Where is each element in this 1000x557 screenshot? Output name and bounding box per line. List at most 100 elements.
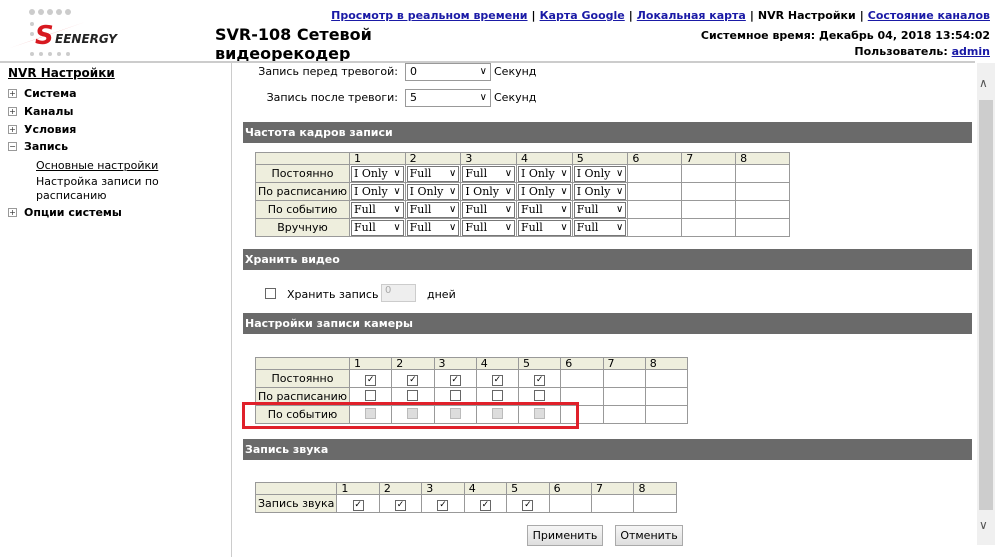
- record-checkbox[interactable]: ✓: [491, 374, 503, 386]
- framerate-select[interactable]: Full ∨: [573, 201, 627, 218]
- record-checkbox[interactable]: ✓: [437, 499, 449, 511]
- channel-header: 7: [602, 357, 646, 370]
- framerate-select[interactable]: I Only ∨: [406, 183, 460, 200]
- sidebar-item-system-options[interactable]: + Опции системы: [8, 206, 122, 219]
- table-row: Постоянно I Only ∨ Full ∨ Full ∨ I Only ∨ I Only ∨: [255, 164, 790, 183]
- sidebar-divider: [231, 63, 232, 557]
- channel-header: 1: [348, 357, 393, 370]
- keep-record-checkbox[interactable]: [265, 288, 276, 299]
- postalarm-label: Запись после тревоги:: [266, 91, 398, 104]
- chevron-down-icon: ∨: [560, 185, 568, 197]
- framerate-select[interactable]: Full ∨: [406, 165, 460, 182]
- framerate-select[interactable]: I Only ∨: [518, 165, 571, 182]
- channel-header: 5: [517, 357, 562, 370]
- channel-header: 3: [421, 482, 465, 495]
- postalarm-unit: Секунд: [494, 91, 537, 104]
- scroll-down-icon[interactable]: ∨: [979, 518, 988, 532]
- user-info: Пользователь: admin: [854, 45, 990, 58]
- channel-header-row: 12345678: [255, 357, 689, 370]
- record-checkbox[interactable]: [449, 389, 461, 401]
- sidebar-item-record[interactable]: − Запись: [8, 140, 68, 153]
- record-checkbox[interactable]: ✓: [479, 499, 491, 511]
- sidebar-item-channels[interactable]: + Каналы: [8, 105, 73, 118]
- device-title: SVR-108 Сетевой видеорекодер: [215, 25, 372, 63]
- channel-header: 2: [391, 357, 435, 370]
- framerate-select[interactable]: Full ∨: [351, 219, 404, 236]
- chevron-down-icon: ∨: [616, 167, 624, 179]
- scroll-up-icon[interactable]: ∧: [979, 76, 988, 90]
- row-label: Постоянно: [255, 369, 350, 388]
- framerate-select[interactable]: Full ∨: [573, 219, 627, 236]
- framerate-select[interactable]: Full ∨: [406, 201, 460, 218]
- record-checkbox[interactable]: ✓: [407, 374, 419, 386]
- svg-text:S: S: [35, 21, 54, 51]
- sidebar-subitem-schedule[interactable]: Настройка записи по расписанию: [36, 175, 166, 203]
- record-checkbox[interactable]: [365, 389, 377, 401]
- framerate-select[interactable]: Full ∨: [462, 201, 516, 218]
- record-checkbox[interactable]: [491, 389, 503, 401]
- table-row: По расписанию I Only ∨ I Only ∨ I Only ∨ I Only…: [255, 182, 790, 201]
- nav-channel-status[interactable]: Состояние каналов: [868, 9, 990, 22]
- channel-header-row: 12345678: [255, 152, 790, 165]
- keep-days-input[interactable]: 0: [381, 284, 416, 302]
- row-label: По расписанию: [255, 182, 350, 201]
- framerate-select[interactable]: Full ∨: [462, 165, 516, 182]
- expand-icon: +: [8, 89, 17, 98]
- row-label: По событию: [255, 200, 350, 219]
- table-row: Вручную Full ∨ Full ∨ Full ∨ Full ∨ Full ∨: [255, 218, 790, 237]
- channel-header: 4: [463, 482, 508, 495]
- row-label: Вручную: [255, 218, 350, 237]
- framerate-select[interactable]: I Only ∨: [573, 183, 627, 200]
- chevron-down-icon: ∨: [449, 167, 457, 179]
- nav-local-map[interactable]: Локальная карта: [637, 9, 746, 22]
- sidebar-subitem-basic[interactable]: Основные настройки: [36, 159, 158, 173]
- cancel-button[interactable]: Отменить: [615, 525, 683, 546]
- section-keep-video: Хранить видео: [243, 249, 972, 270]
- framerate-select[interactable]: Full ∨: [518, 219, 571, 236]
- postalarm-select[interactable]: 5 ∨: [405, 89, 491, 107]
- user-link[interactable]: admin: [952, 45, 990, 58]
- expand-icon: +: [8, 125, 17, 134]
- sidebar-item-conditions[interactable]: + Условия: [8, 123, 76, 136]
- record-checkbox[interactable]: ✓: [522, 499, 534, 511]
- record-checkbox[interactable]: ✓: [395, 499, 407, 511]
- chevron-down-icon: ∨: [479, 66, 487, 77]
- channel-header: 3: [460, 152, 518, 165]
- prealarm-select[interactable]: 0 ∨: [405, 63, 491, 81]
- chevron-down-icon: ∨: [393, 185, 401, 197]
- svg-text:EENERGY: EENERGY: [55, 32, 118, 46]
- record-checkbox[interactable]: ✓: [352, 499, 364, 511]
- record-checkbox[interactable]: ✓: [365, 374, 377, 386]
- record-checkbox[interactable]: ✓: [534, 374, 546, 386]
- framerate-select[interactable]: I Only ∨: [573, 165, 627, 182]
- framerate-select[interactable]: Full ∨: [406, 219, 460, 236]
- nav-live-view[interactable]: Просмотр в реальном времени: [331, 9, 527, 22]
- system-time: Системное время: Декабрь 04, 2018 13:54:…: [700, 29, 990, 42]
- chevron-down-icon: ∨: [616, 203, 624, 215]
- framerate-select[interactable]: Full ∨: [462, 219, 516, 236]
- scrollbar-thumb[interactable]: [979, 100, 993, 510]
- framerate-select[interactable]: Full ∨: [518, 201, 571, 218]
- nav-nvr-settings: NVR Настройки: [757, 9, 856, 22]
- chevron-down-icon: ∨: [393, 203, 401, 215]
- table-row: По событию Full ∨ Full ∨ Full ∨ Full ∨ Full ∨: [255, 200, 790, 219]
- channel-header: 3: [433, 357, 477, 370]
- expand-icon: +: [8, 208, 17, 217]
- framerate-select[interactable]: I Only ∨: [462, 183, 516, 200]
- record-checkbox[interactable]: [534, 389, 546, 401]
- channel-header: 1: [349, 152, 406, 165]
- chevron-down-icon: ∨: [560, 167, 568, 179]
- apply-button[interactable]: Применить: [527, 525, 603, 546]
- logo: S EENERGY: [5, 4, 130, 58]
- framerate-select[interactable]: I Only ∨: [351, 165, 404, 182]
- framerate-select[interactable]: I Only ∨: [351, 183, 404, 200]
- sidebar-item-system[interactable]: + Система: [8, 87, 77, 100]
- row-label: Запись звука: [254, 494, 338, 513]
- framerate-select[interactable]: Full ∨: [351, 201, 404, 218]
- record-checkbox[interactable]: [407, 389, 419, 401]
- framerate-select[interactable]: I Only ∨: [518, 183, 571, 200]
- framerate-table: 1 2 3 4 5 6 7 8 Постоянно I Only ∨ Full ∨ Full ∨ I Only…: [255, 152, 790, 237]
- record-checkbox[interactable]: ✓: [449, 374, 461, 386]
- sidebar-title[interactable]: NVR Настройки: [8, 66, 115, 80]
- nav-google-map[interactable]: Карта Google: [540, 9, 625, 22]
